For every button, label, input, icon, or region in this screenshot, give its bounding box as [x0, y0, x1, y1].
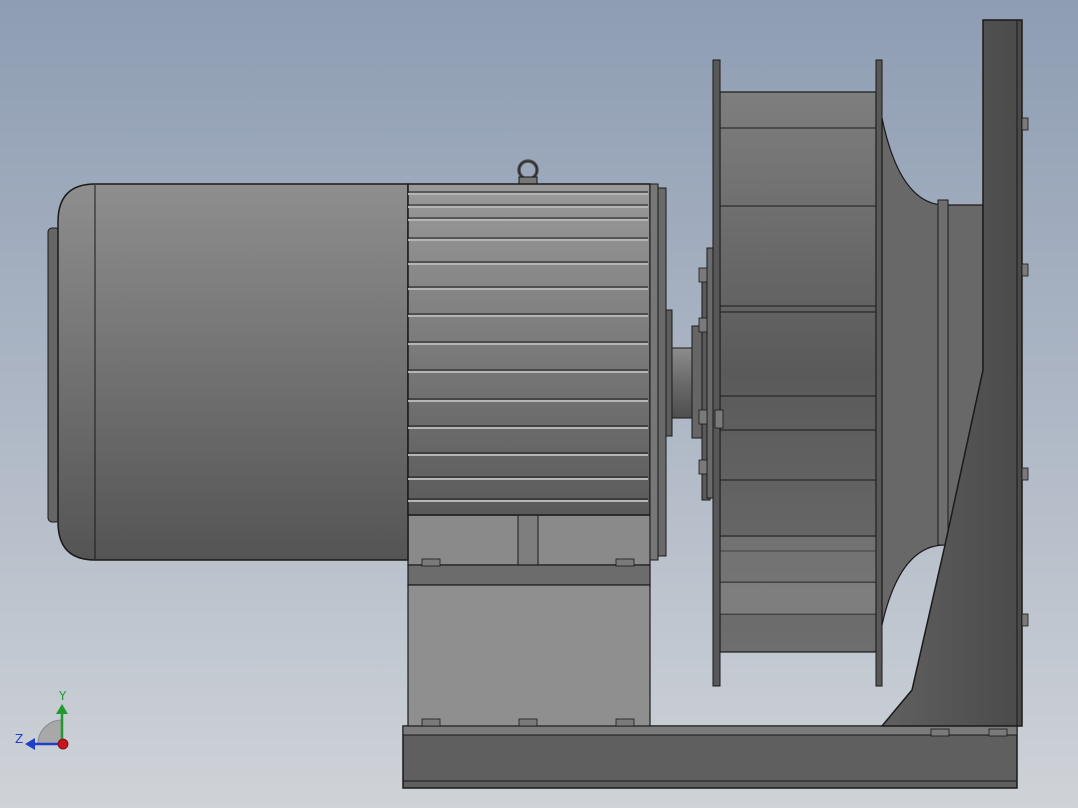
shaft-coupling[interactable]	[671, 247, 716, 501]
triad-y-label: Y	[59, 689, 67, 703]
fan-inlet-housing[interactable]	[880, 19, 1023, 727]
cad-viewport[interactable]: Y Z	[0, 0, 1078, 808]
orientation-triad[interactable]	[25, 704, 69, 750]
triad-z-label: Z	[15, 732, 24, 746]
fan-impeller[interactable]	[712, 59, 883, 687]
motor-fan-assembly-model[interactable]	[0, 0, 1078, 808]
lifting-eye[interactable]	[517, 159, 539, 187]
stator-cooling-fins[interactable]	[407, 183, 651, 516]
motor-front-flange[interactable]	[649, 183, 673, 561]
base-frame[interactable]	[402, 725, 1018, 789]
motor-body[interactable]	[47, 183, 409, 561]
motor-foot[interactable]	[407, 506, 651, 727]
